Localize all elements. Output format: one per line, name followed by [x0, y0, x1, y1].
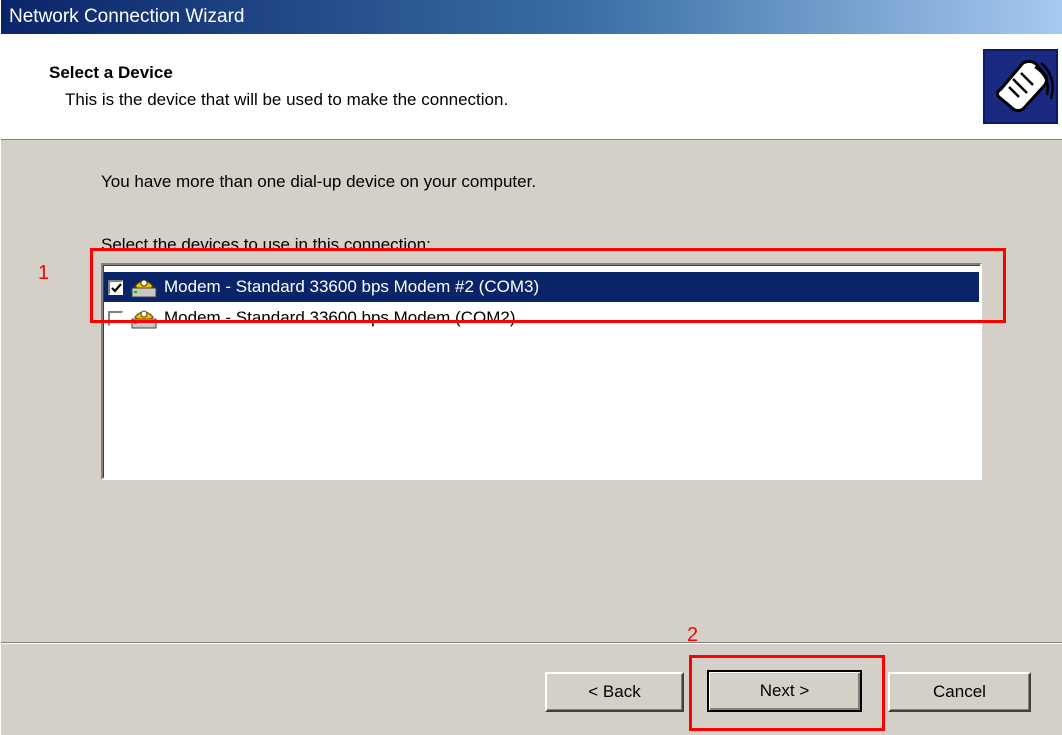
modem-icon [131, 310, 157, 329]
intro-text: You have more than one dial-up device on… [101, 172, 537, 191]
device-checkbox-com2[interactable] [108, 310, 123, 326]
footer-divider [1, 642, 1062, 644]
device-row-com3[interactable]: Modem - Standard 33600 bps Modem #2 (COM… [104, 272, 979, 302]
annotation-marker-2: 2 [687, 624, 699, 646]
phone-handset-icon [983, 49, 1058, 124]
wizard-header: Select a Device This is the device that … [1, 34, 1062, 140]
device-checkbox-com3[interactable] [108, 279, 123, 295]
checkmark-icon [111, 282, 122, 293]
annotation-marker-1: 1 [38, 262, 50, 284]
window-title: Network Connection Wizard [9, 6, 245, 27]
wizard-window: Network Connection Wizard Select a Devic… [0, 0, 1062, 735]
modem-icon [131, 279, 157, 298]
device-row-com2[interactable]: Modem - Standard 33600 bps Modem (COM2) [104, 303, 979, 333]
device-listbox[interactable]: Modem - Standard 33600 bps Modem #2 (COM… [101, 263, 982, 480]
back-button[interactable]: < Back [545, 672, 684, 712]
device-list-label: Select the devices to use in this connec… [101, 235, 431, 254]
title-bar[interactable]: Network Connection Wizard [1, 0, 1062, 34]
page-title: Select a Device [49, 63, 173, 82]
cancel-button[interactable]: Cancel [888, 672, 1031, 712]
page-subtitle: This is the device that will be used to … [65, 90, 509, 109]
device-label-com2: Modem - Standard 33600 bps Modem (COM2) [164, 308, 516, 327]
next-button[interactable]: Next > [707, 670, 862, 712]
device-label-com3: Modem - Standard 33600 bps Modem #2 (COM… [164, 277, 540, 296]
